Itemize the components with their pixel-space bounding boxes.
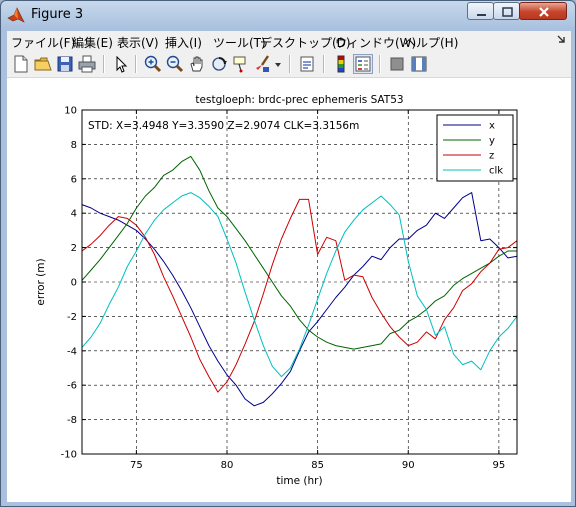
close-icon xyxy=(539,7,549,17)
link-plot-button[interactable] xyxy=(297,54,317,74)
y-tick-label: -6 xyxy=(67,381,77,392)
series-line-y xyxy=(81,155,517,350)
menu-tools[interactable]: ツール(T) xyxy=(213,34,266,51)
y-tick-label: 2 xyxy=(71,243,77,254)
close-button[interactable] xyxy=(519,2,567,20)
save-icon xyxy=(57,56,73,72)
y-tick-label: 10 xyxy=(64,106,77,117)
chart-title: testgloeph: brdc-prec ephemeris SAT53 xyxy=(195,94,403,106)
menu-edit[interactable]: 編集(E) xyxy=(72,34,113,51)
hide-plot-tools-icon xyxy=(390,57,404,71)
menu-view[interactable]: 表示(V) xyxy=(117,34,159,51)
brush-dropdown-icon xyxy=(275,63,281,67)
series-line-z xyxy=(81,198,518,393)
menu-bar: ファイル(F) 編集(E) 表示(V) 挿入(I) ツール(T) デスクトップ(… xyxy=(7,31,571,51)
series-line-x xyxy=(81,192,518,407)
rotate-3d-icon xyxy=(212,57,227,71)
std-annotation: STD: X=3.4948 Y=3.3590 Z=2.9074 CLK=3.31… xyxy=(88,120,359,132)
toolbar-separator xyxy=(289,55,291,73)
maximize-icon xyxy=(502,7,513,17)
new-figure-icon xyxy=(14,55,28,73)
insert-legend-button[interactable] xyxy=(353,54,373,74)
y-tick-label: 0 xyxy=(71,278,77,289)
y-tick-label: -2 xyxy=(67,312,77,323)
zoom-out-icon xyxy=(166,55,184,73)
toolbar-separator xyxy=(323,55,325,73)
print-icon xyxy=(78,55,96,73)
zoom-out-button[interactable] xyxy=(165,54,185,74)
insert-colorbar-button[interactable] xyxy=(331,54,351,74)
brush-icon xyxy=(256,55,269,72)
x-tick-label: 90 xyxy=(402,460,415,471)
figure-canvas: testgloeph: brdc-prec ephemeris SAT53 er… xyxy=(7,78,571,502)
line-chart[interactable]: testgloeph: brdc-prec ephemeris SAT53 er… xyxy=(7,78,571,502)
new-figure-button[interactable] xyxy=(11,54,31,74)
y-tick-label: -4 xyxy=(67,346,77,357)
x-tick-label: 95 xyxy=(493,460,506,471)
x-axis-label: time (hr) xyxy=(276,475,322,487)
print-button[interactable] xyxy=(77,54,97,74)
legend-label-y: y xyxy=(489,136,495,147)
y-tick-label: -10 xyxy=(61,450,77,461)
data-cursor-icon xyxy=(233,56,246,73)
insert-legend-icon xyxy=(355,56,371,72)
figure-toolbar xyxy=(7,51,571,78)
edit-plot-button[interactable] xyxy=(111,54,131,74)
x-tick-label: 85 xyxy=(311,460,324,471)
open-file-button[interactable] xyxy=(33,54,53,74)
menu-help[interactable]: ヘルプ(H) xyxy=(404,34,458,51)
data-cursor-button[interactable] xyxy=(231,54,251,74)
y-tick-label: 6 xyxy=(71,174,77,185)
y-tick-label: 4 xyxy=(71,209,77,220)
link-plot-icon xyxy=(300,56,314,72)
insert-colorbar-icon xyxy=(337,55,345,73)
matlab-logo-icon xyxy=(7,7,25,23)
menu-file[interactable]: ファイル(F) xyxy=(11,34,75,51)
show-plot-tools-button[interactable] xyxy=(409,54,429,74)
x-tick-label: 75 xyxy=(130,460,143,471)
rotate-3d-button[interactable] xyxy=(209,54,229,74)
legend-label-x: x xyxy=(489,121,495,132)
dock-arrow-icon[interactable] xyxy=(555,33,567,47)
maximize-button[interactable] xyxy=(493,2,520,20)
open-file-icon xyxy=(34,57,52,71)
toolbar-separator xyxy=(379,55,381,73)
toolbar-separator xyxy=(135,55,137,73)
minimize-icon xyxy=(477,14,486,16)
y-axis-label: error (m) xyxy=(35,258,47,305)
zoom-in-icon xyxy=(144,55,162,73)
minimize-button[interactable] xyxy=(467,2,494,20)
y-tick-label: 8 xyxy=(71,140,77,151)
zoom-in-button[interactable] xyxy=(143,54,163,74)
save-button[interactable] xyxy=(55,54,75,74)
window-title: Figure 3 xyxy=(31,7,84,22)
pan-button[interactable] xyxy=(187,54,207,74)
series-line-clk xyxy=(81,192,518,378)
figure-window: Figure 3 ファイル(F) 編集(E) 表示(V) 挿入(I) ツール(T… xyxy=(0,0,576,507)
x-tick-label: 80 xyxy=(221,460,234,471)
y-tick-label: -8 xyxy=(67,415,77,426)
toolbar-separator xyxy=(103,55,105,73)
brush-button[interactable] xyxy=(253,54,273,74)
legend-label-clk: clk xyxy=(489,166,503,177)
show-plot-tools-icon xyxy=(411,56,427,72)
edit-plot-arrow-icon xyxy=(116,55,128,73)
legend[interactable]: xyz clk xyxy=(436,114,514,182)
pan-hand-icon xyxy=(190,56,203,72)
series-lines xyxy=(81,155,518,407)
hide-plot-tools-button[interactable] xyxy=(387,54,407,74)
legend-label-z: z xyxy=(489,151,494,162)
menu-insert[interactable]: 挿入(I) xyxy=(165,34,202,51)
brush-dropdown-button[interactable] xyxy=(273,54,283,74)
title-bar[interactable]: Figure 3 xyxy=(1,1,575,29)
